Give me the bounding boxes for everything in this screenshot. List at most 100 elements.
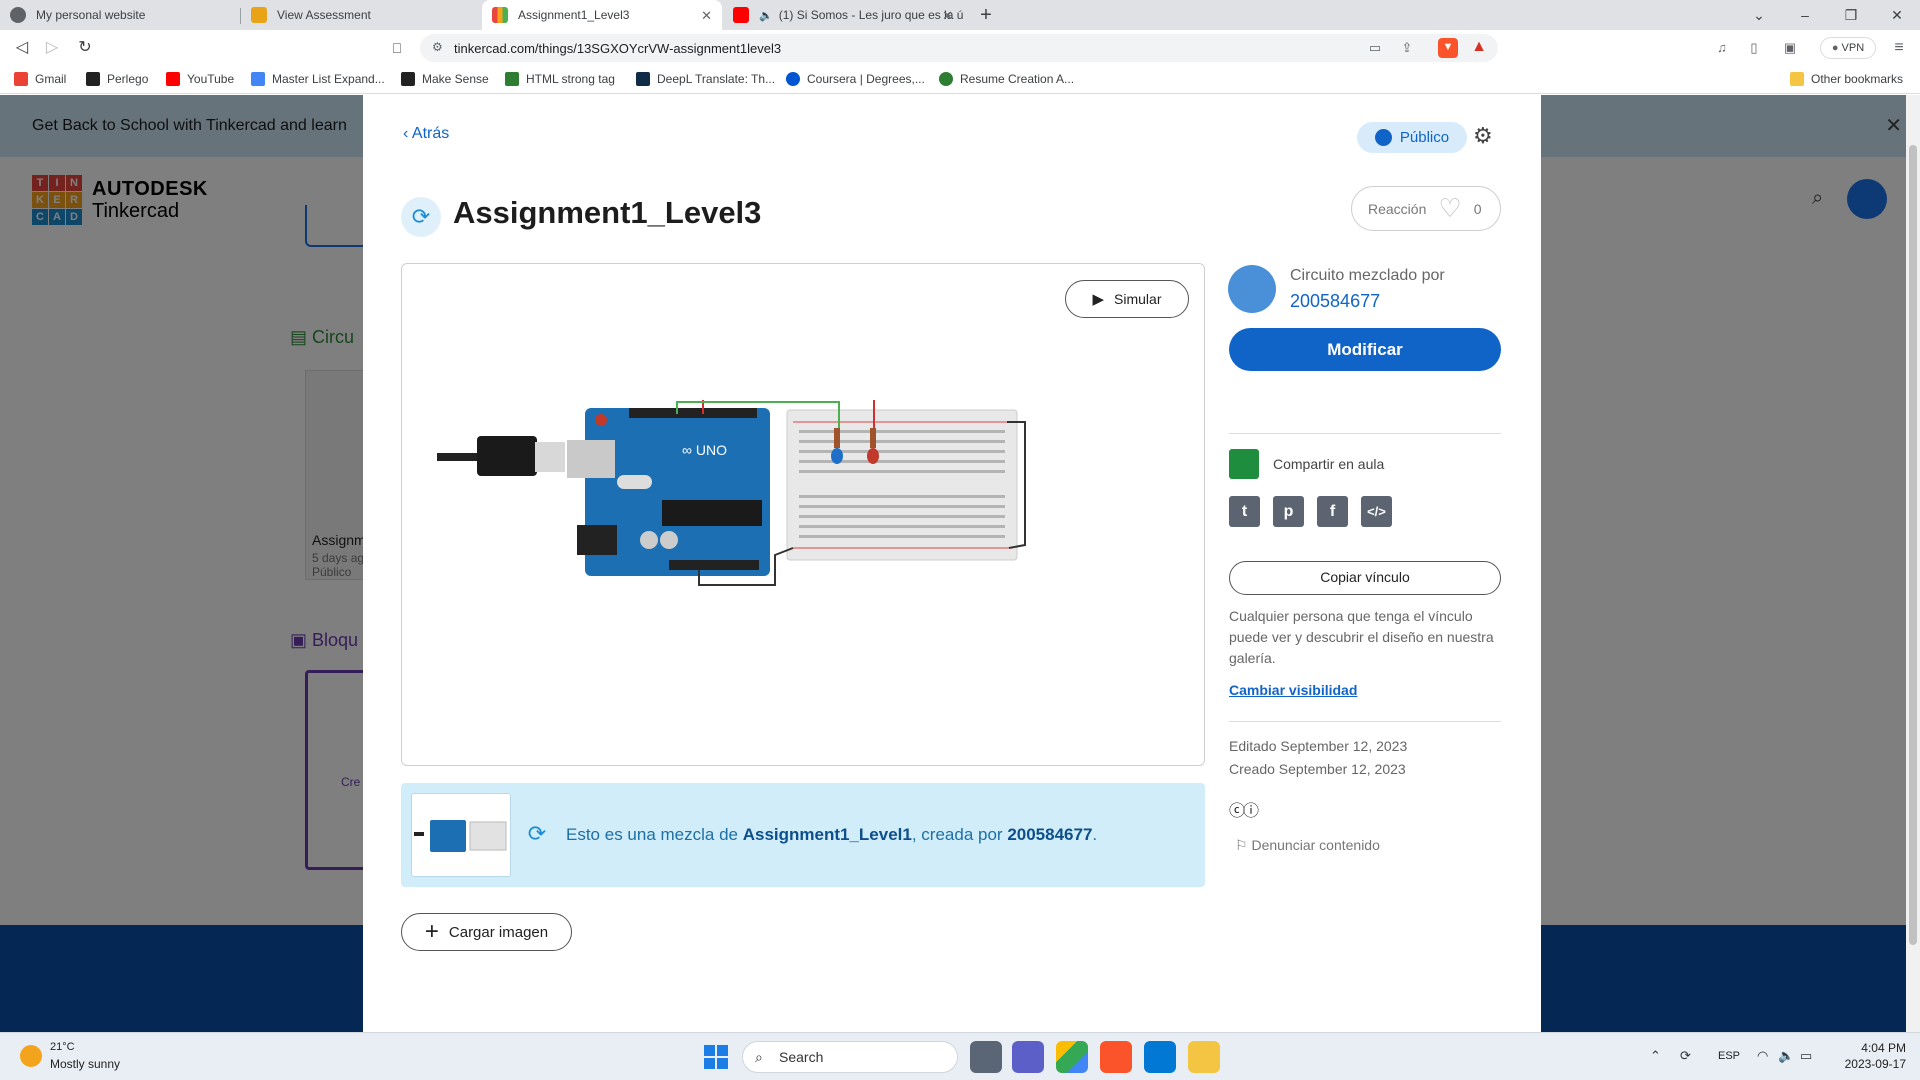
bookmark-make-sense[interactable]: Make Sense	[401, 72, 489, 86]
language-indicator[interactable]: ESP	[1718, 1050, 1740, 1062]
brave-shield-icon[interactable]: ▼	[1438, 38, 1458, 58]
bookmark-youtube[interactable]: YouTube	[166, 72, 234, 86]
teams-icon[interactable]	[1012, 1041, 1044, 1073]
chevron-up-icon[interactable]: ⌃	[1650, 1048, 1661, 1064]
task-view-icon[interactable]	[970, 1041, 1002, 1073]
copy-link-button[interactable]: Copiar vínculo	[1229, 561, 1501, 595]
vpn-button[interactable]: ● VPN	[1820, 37, 1876, 59]
globe-icon	[10, 7, 26, 23]
music-icon[interactable]: ♫	[1713, 39, 1731, 57]
plus-icon: +	[424, 918, 439, 945]
brave-icon[interactable]	[1100, 1041, 1132, 1073]
reaction-button[interactable]: Reacción ♡ 0	[1351, 186, 1501, 231]
avatar[interactable]	[1228, 265, 1276, 313]
facebook-icon[interactable]: f	[1317, 496, 1348, 527]
sync-icon[interactable]: ⟳	[1680, 1048, 1691, 1064]
back-label: Atrás	[411, 125, 450, 142]
share-icon[interactable]: ⇪	[1398, 39, 1416, 57]
forward-icon[interactable]: ▷	[40, 36, 64, 60]
bookmark-gmail[interactable]: Gmail	[14, 72, 66, 86]
file-explorer-icon[interactable]	[1188, 1041, 1220, 1073]
divider	[1229, 433, 1501, 434]
close-tab-icon[interactable]: ✕	[701, 8, 712, 24]
back-icon[interactable]: ◁	[10, 36, 34, 60]
start-button[interactable]	[704, 1045, 728, 1069]
menu-icon[interactable]: ≡	[1890, 39, 1908, 57]
address-bar[interactable]: ⚙ tinkercad.com/things/13SGXOYcrVW-assig…	[420, 34, 1498, 62]
clock-time[interactable]: 4:04 PM	[1856, 1041, 1906, 1055]
tab-youtube[interactable]: 🔈 (1) Si Somos - Les juro que es la ú ✕	[723, 0, 963, 30]
bookmark-html-strong[interactable]: HTML strong tag	[505, 72, 615, 86]
remix-author-link[interactable]: 200584677	[1007, 825, 1092, 844]
wallet-icon[interactable]: ▣	[1781, 39, 1799, 57]
scroll-thumb[interactable]	[1909, 145, 1917, 945]
search-placeholder: Search	[779, 1049, 824, 1065]
tab-title: View Assessment	[277, 8, 371, 22]
weather-sun-icon[interactable]	[20, 1045, 42, 1067]
reload-icon[interactable]: ↻	[73, 36, 97, 60]
taskbar: 21°C Mostly sunny ⌕ Search ⌃ ⟳ ESP ◠ 🔈 ▭…	[0, 1032, 1920, 1080]
thumbnail-circuit-image	[414, 820, 507, 852]
volume-icon[interactable]: 🔈	[1778, 1048, 1794, 1064]
tab-view-assessment[interactable]: View Assessment	[241, 0, 481, 30]
new-tab-button[interactable]: +	[974, 3, 998, 27]
drive-icon[interactable]	[1056, 1041, 1088, 1073]
bookmark-master-list[interactable]: Master List Expand...	[251, 72, 385, 86]
tab-assignment[interactable]: Assignment1_Level3 ✕	[482, 0, 722, 30]
page-title: Assignment1_Level3	[453, 195, 762, 230]
bookmark-resume[interactable]: Resume Creation A...	[939, 72, 1074, 86]
bookmark-icon[interactable]: ⎕	[385, 36, 409, 60]
taskbar-search-input[interactable]: ⌕ Search	[742, 1041, 958, 1073]
upload-image-button[interactable]: + Cargar imagen	[401, 913, 572, 951]
svg-text:∞ UNO: ∞ UNO	[682, 442, 727, 458]
twitter-icon[interactable]: t	[1229, 496, 1260, 527]
author-link[interactable]: 200584677	[1290, 291, 1380, 312]
simulate-button[interactable]: ▶ Simular	[1065, 280, 1189, 318]
edited-date: Editado September 12, 2023	[1229, 738, 1408, 754]
tab-personal-website[interactable]: My personal website	[0, 0, 240, 30]
site-info-icon[interactable]: ⚙	[432, 40, 443, 54]
wifi-icon[interactable]: ◠	[1757, 1048, 1768, 1064]
vscode-icon[interactable]	[1144, 1041, 1176, 1073]
close-window-button[interactable]: ✕	[1874, 0, 1920, 30]
maximize-button[interactable]: ❐	[1828, 0, 1874, 30]
bookmark-label: YouTube	[187, 72, 235, 86]
remix-source-link[interactable]: Assignment1_Level1	[743, 825, 912, 844]
docs-icon	[251, 72, 265, 86]
bookmark-label: DeepL Translate: Th...	[657, 72, 776, 86]
reaction-count: 0	[1473, 200, 1482, 217]
tab-search-icon[interactable]: ⌄	[1736, 0, 1782, 30]
clock-date[interactable]: 2023-09-17	[1836, 1057, 1906, 1071]
google-classroom-icon[interactable]	[1229, 449, 1259, 479]
other-bookmarks[interactable]: Other bookmarks	[1790, 72, 1903, 86]
battery-icon[interactable]: ▭	[1800, 1048, 1812, 1064]
visibility-button[interactable]: Público	[1357, 122, 1467, 153]
remix-thumbnail[interactable]	[411, 793, 511, 877]
brave-rewards-icon[interactable]: ▲	[1470, 38, 1488, 56]
classroom-label[interactable]: Compartir en aula	[1273, 456, 1384, 472]
remix-icon: ⟳	[401, 197, 441, 237]
speaker-icon[interactable]: 🔈	[759, 9, 773, 22]
remix-text: Esto es una mezcla de Assignment1_Level1…	[566, 825, 1097, 845]
back-link[interactable]: ‹ Atrás	[403, 125, 449, 143]
bookmark-deepl[interactable]: DeepL Translate: Th...	[636, 72, 775, 86]
close-tab-icon[interactable]: ✕	[942, 8, 953, 24]
design-modal: ‹ Atrás Público ⚙ ⟳ Assignment1_Level3 R…	[363, 95, 1541, 1032]
minimize-button[interactable]: –	[1782, 0, 1828, 30]
vpn-label: VPN	[1841, 42, 1865, 54]
bookmark-perlego[interactable]: Perlego	[86, 72, 148, 86]
modify-button[interactable]: Modificar	[1229, 328, 1501, 371]
embed-icon[interactable]: </>	[1361, 496, 1392, 527]
cast-icon[interactable]: ▭	[1366, 39, 1384, 57]
gear-icon[interactable]: ⚙	[1473, 123, 1493, 149]
divider	[1229, 721, 1501, 722]
creative-commons-icon[interactable]: ⓒⓘ	[1229, 797, 1259, 821]
report-link[interactable]: ⚐ Denunciar contenido	[1235, 837, 1380, 854]
page-content: Get Back to School with Tinkercad and le…	[0, 95, 1920, 1032]
change-visibility-link[interactable]: Cambiar visibilidad	[1229, 682, 1357, 698]
perlego-icon	[86, 72, 100, 86]
bookmark-coursera[interactable]: Coursera | Degrees,...	[786, 72, 925, 86]
scrollbar[interactable]	[1906, 95, 1920, 1032]
pinterest-icon[interactable]: p	[1273, 496, 1304, 527]
sidebar-icon[interactable]: ▯	[1745, 39, 1763, 57]
